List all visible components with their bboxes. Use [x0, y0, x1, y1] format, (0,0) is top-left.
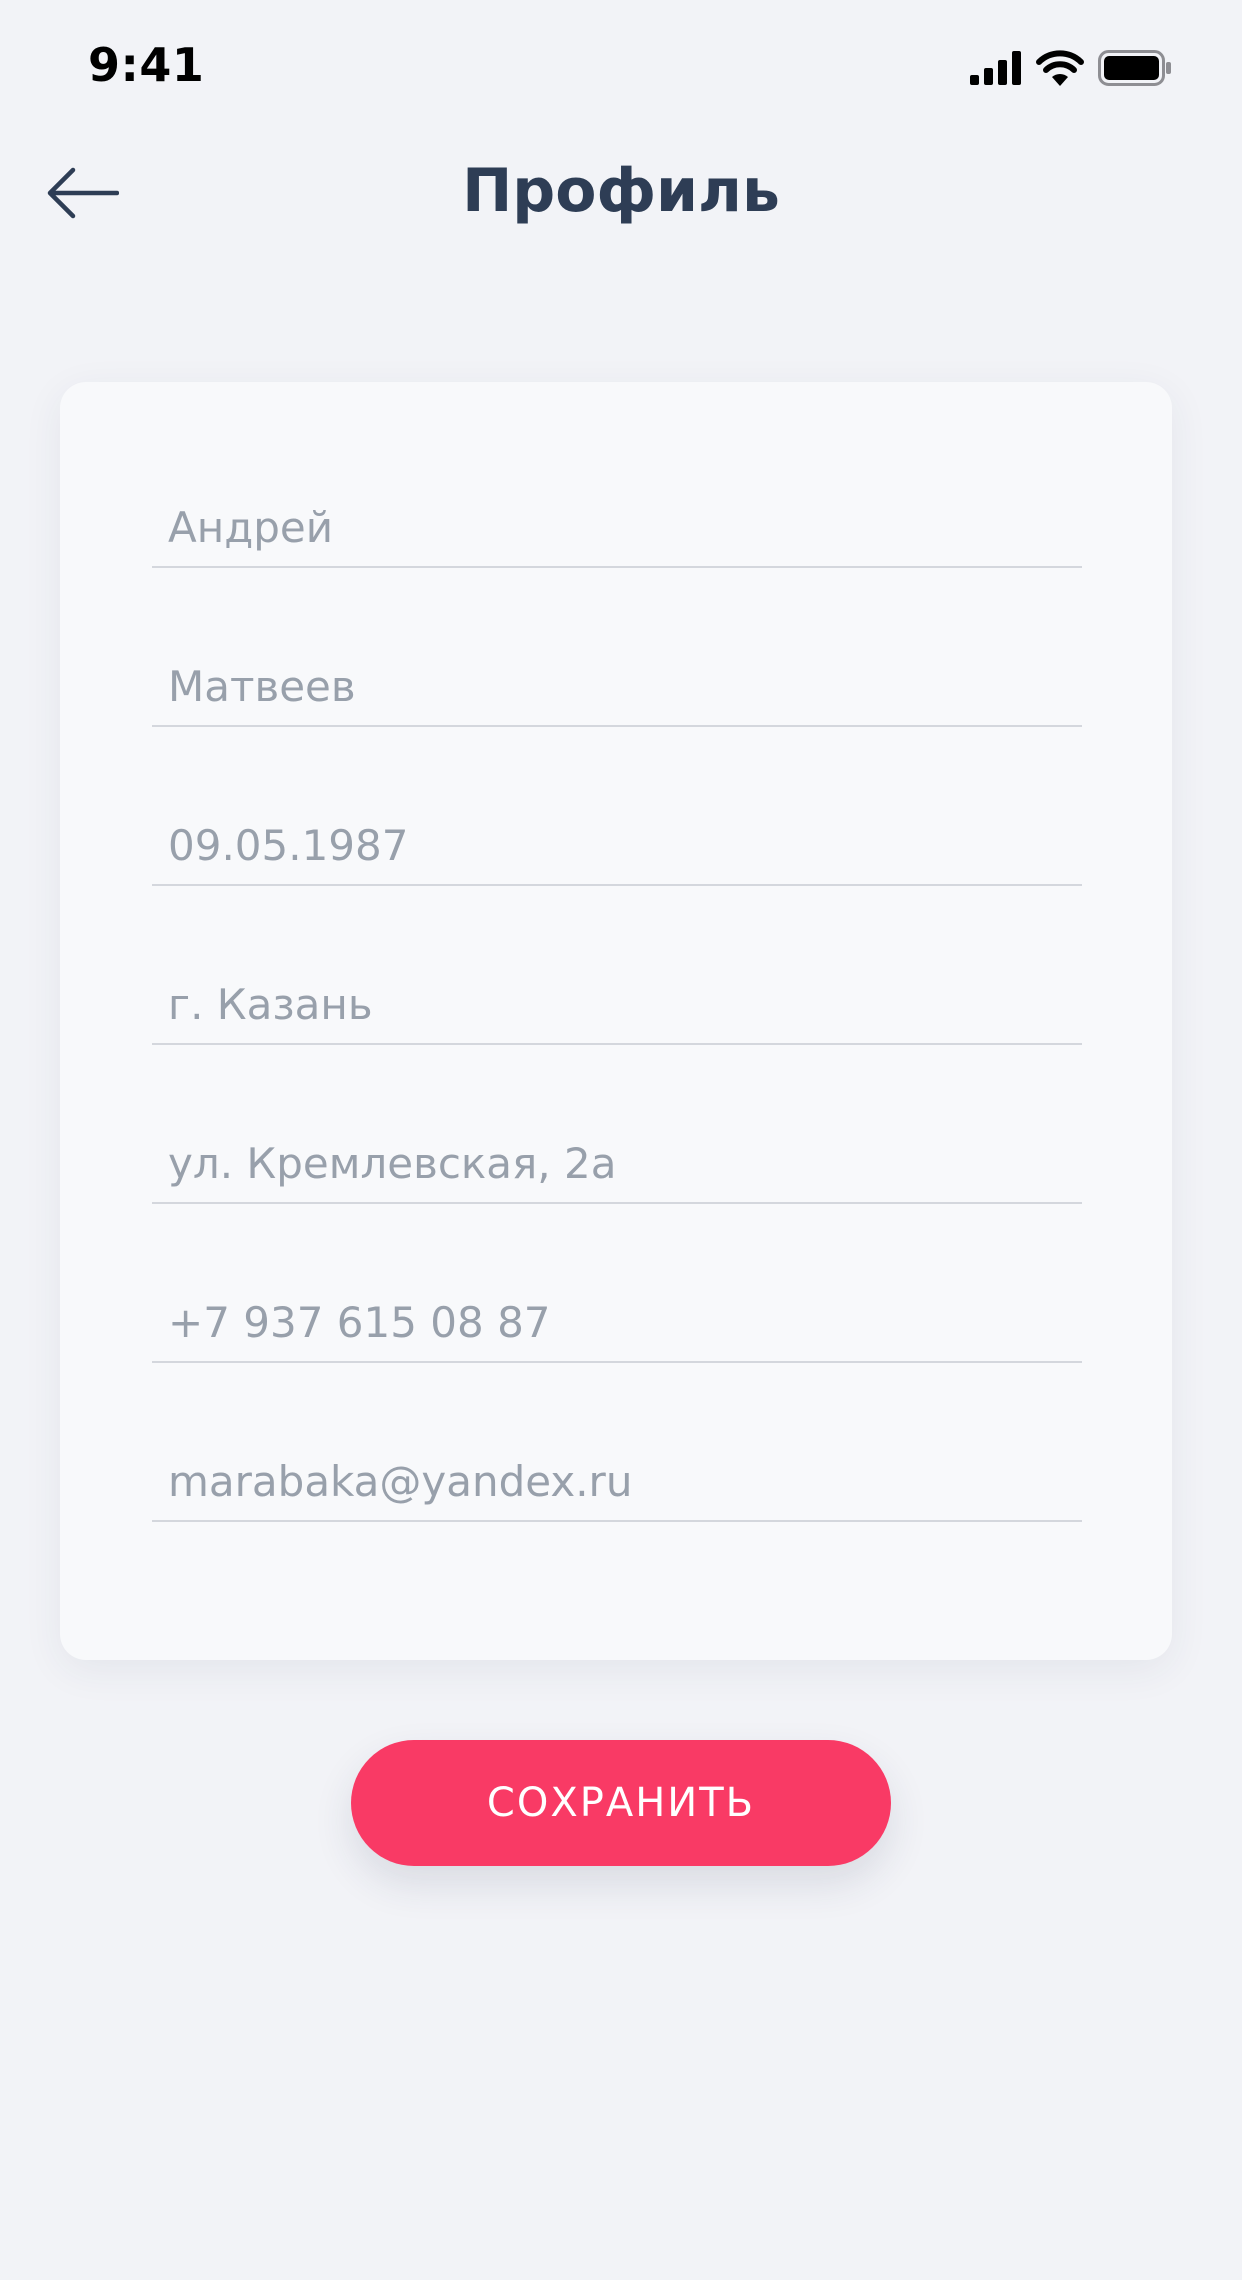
save-button[interactable]: СОХРАНИТЬ: [351, 1740, 891, 1866]
cellular-signal-icon: [970, 51, 1022, 90]
birth-date-field: [152, 794, 1082, 886]
first-name-input[interactable]: [168, 503, 1068, 552]
last-name-field: [152, 635, 1082, 727]
header: Профиль: [0, 140, 1242, 250]
phone-input[interactable]: [168, 1298, 1068, 1347]
address-input[interactable]: [168, 1139, 1068, 1188]
wifi-icon: [1036, 50, 1084, 91]
email-field: [152, 1430, 1082, 1522]
phone-field: [152, 1271, 1082, 1363]
last-name-input[interactable]: [168, 662, 1068, 711]
address-field: [152, 1112, 1082, 1204]
status-bar: 9:41: [0, 0, 1242, 132]
status-icons: [970, 50, 1172, 91]
first-name-field: [152, 476, 1082, 568]
status-time: 9:41: [88, 38, 205, 92]
page-title: Профиль: [462, 156, 780, 226]
email-input[interactable]: [168, 1457, 1068, 1506]
city-input[interactable]: [168, 980, 1068, 1029]
city-field: [152, 953, 1082, 1045]
battery-icon: [1098, 50, 1172, 91]
birth-date-input[interactable]: [168, 821, 1068, 870]
profile-form-card: [60, 382, 1172, 1660]
